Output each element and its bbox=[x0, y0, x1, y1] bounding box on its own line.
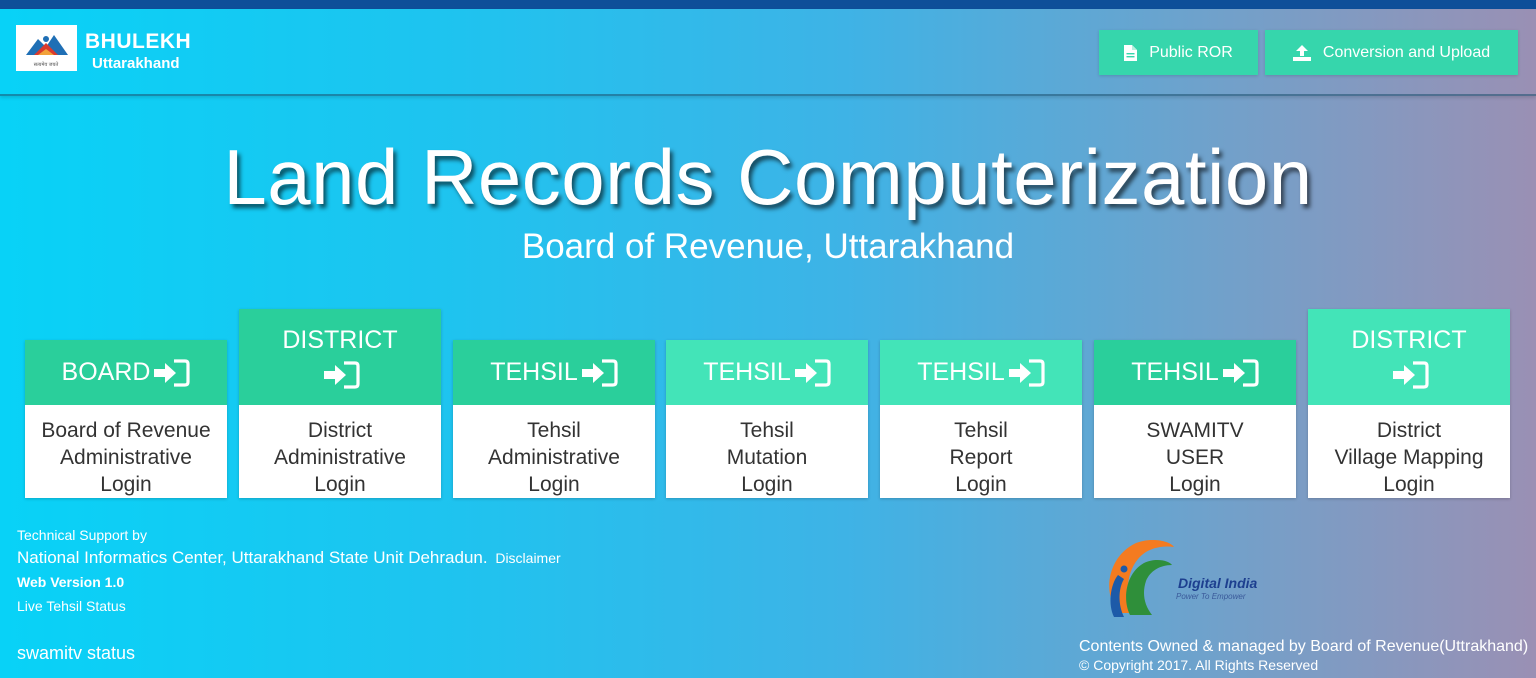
card-line: District bbox=[1376, 419, 1442, 442]
swamitv-user-login-card[interactable]: TEHSIL SWAMITV USER Login bbox=[1094, 340, 1296, 498]
swamitv-status-link[interactable]: swamitv status bbox=[17, 643, 135, 664]
card-header: TEHSIL bbox=[1094, 340, 1296, 405]
card-line: SWAMITV bbox=[1146, 419, 1244, 442]
contents-owned-text: Contents Owned & managed by Board of Rev… bbox=[1079, 638, 1529, 655]
nic-credit-text: National Informatics Center, Uttarakhand… bbox=[17, 548, 488, 567]
sign-in-icon bbox=[1008, 358, 1045, 387]
conversion-upload-button[interactable]: Conversion and Upload bbox=[1265, 30, 1518, 75]
card-line: Login bbox=[528, 473, 580, 496]
card-line: Login bbox=[1169, 473, 1221, 496]
tehsil-admin-login-card[interactable]: TEHSIL Tehsil Administrative Login bbox=[453, 340, 655, 498]
tehsil-mutation-login-card[interactable]: TEHSIL Tehsil Mutation Login bbox=[666, 340, 868, 498]
card-line: Administrative bbox=[274, 446, 406, 469]
technical-support-label: Technical Support by bbox=[17, 527, 147, 543]
card-header-label: DISTRICT bbox=[1351, 325, 1467, 354]
card-line: Login bbox=[741, 473, 793, 496]
card-header: TEHSIL bbox=[666, 340, 868, 405]
card-line: Report bbox=[949, 446, 1013, 469]
page-title: Land Records Computerization bbox=[223, 133, 1313, 221]
card-body: District Administrative Login bbox=[239, 405, 441, 498]
card-header: DISTRICT bbox=[239, 309, 441, 405]
card-header-label: TEHSIL bbox=[703, 358, 791, 386]
card-header-label: DISTRICT bbox=[282, 325, 398, 354]
public-ror-label: Public ROR bbox=[1149, 43, 1233, 61]
digital-india-tagline: Power To Empower bbox=[1176, 592, 1246, 601]
conversion-upload-label: Conversion and Upload bbox=[1322, 43, 1491, 61]
card-header: TEHSIL bbox=[880, 340, 1082, 405]
sign-in-icon bbox=[154, 358, 191, 387]
card-line: Village Mapping bbox=[1334, 446, 1484, 469]
card-header: TEHSIL bbox=[453, 340, 655, 405]
card-header-label: TEHSIL bbox=[490, 358, 578, 386]
brand-subtitle: Uttarakhand bbox=[92, 55, 180, 72]
card-header-label: TEHSIL bbox=[917, 358, 1005, 386]
navbar: सत्यमेव जयते BHULEKH Uttarakhand Public … bbox=[0, 9, 1536, 96]
sign-in-icon bbox=[1222, 358, 1259, 387]
card-line: Tehsil bbox=[954, 419, 1008, 442]
document-icon bbox=[1124, 44, 1138, 61]
card-header: BOARD bbox=[25, 340, 227, 405]
card-line: Login bbox=[314, 473, 366, 496]
digital-india-text: Digital India bbox=[1178, 575, 1258, 591]
card-line: Tehsil bbox=[527, 419, 581, 442]
sign-in-icon bbox=[1393, 360, 1429, 389]
card-body: SWAMITV USER Login bbox=[1094, 405, 1296, 498]
board-login-card[interactable]: BOARD Board of Revenue Administrative Lo… bbox=[25, 340, 227, 498]
card-body: Tehsil Report Login bbox=[880, 405, 1082, 498]
disclaimer-link[interactable]: Disclaimer bbox=[495, 550, 560, 566]
card-header-label: BOARD bbox=[61, 358, 151, 386]
card-body: District Village Mapping Login bbox=[1308, 405, 1510, 498]
district-admin-login-card[interactable]: DISTRICT District Administrative Login bbox=[239, 309, 441, 498]
sign-in-icon bbox=[794, 358, 831, 387]
upload-icon bbox=[1292, 44, 1311, 61]
card-line: Tehsil bbox=[740, 419, 794, 442]
sign-in-icon bbox=[324, 360, 360, 389]
page-subtitle: Board of Revenue, Uttarakhand bbox=[521, 227, 1015, 266]
district-village-mapping-login-card[interactable]: DISTRICT District Village Mapping Login bbox=[1308, 309, 1510, 498]
nic-credit: National Informatics Center, Uttarakhand… bbox=[17, 548, 561, 568]
card-line: USER bbox=[1165, 446, 1225, 469]
brand-title: BHULEKH bbox=[85, 30, 192, 53]
card-line: Board of Revenue bbox=[41, 419, 211, 442]
card-header: DISTRICT bbox=[1308, 309, 1510, 405]
top-strip bbox=[0, 0, 1536, 9]
logo-caption: सत्यमेव जयते bbox=[34, 61, 59, 68]
tehsil-report-login-card[interactable]: TEHSIL Tehsil Report Login bbox=[880, 340, 1082, 498]
sign-in-icon bbox=[581, 358, 618, 387]
card-line: Login bbox=[955, 473, 1007, 496]
card-line: Login bbox=[100, 473, 152, 496]
uttarakhand-emblem-logo[interactable]: सत्यमेव जयते bbox=[16, 25, 77, 71]
public-ror-button[interactable]: Public ROR bbox=[1099, 30, 1258, 75]
web-version: Web Version 1.0 bbox=[17, 574, 125, 590]
card-line: Administrative bbox=[488, 446, 620, 469]
card-body: Tehsil Administrative Login bbox=[453, 405, 655, 498]
card-line: District bbox=[307, 419, 373, 442]
brand[interactable]: BHULEKH Uttarakhand bbox=[85, 29, 191, 73]
live-tehsil-status-link[interactable]: Live Tehsil Status bbox=[17, 598, 126, 614]
copyright-text: © Copyright 2017. All Rights Reserved bbox=[1079, 657, 1319, 673]
card-line: Login bbox=[1383, 473, 1435, 496]
card-line: Mutation bbox=[726, 446, 808, 469]
card-body: Board of Revenue Administrative Login bbox=[25, 405, 227, 498]
card-body: Tehsil Mutation Login bbox=[666, 405, 868, 498]
card-header-label: TEHSIL bbox=[1131, 358, 1219, 386]
card-line: Administrative bbox=[60, 446, 192, 469]
digital-india-logo: Digital India Power To Empower bbox=[1100, 535, 1270, 620]
